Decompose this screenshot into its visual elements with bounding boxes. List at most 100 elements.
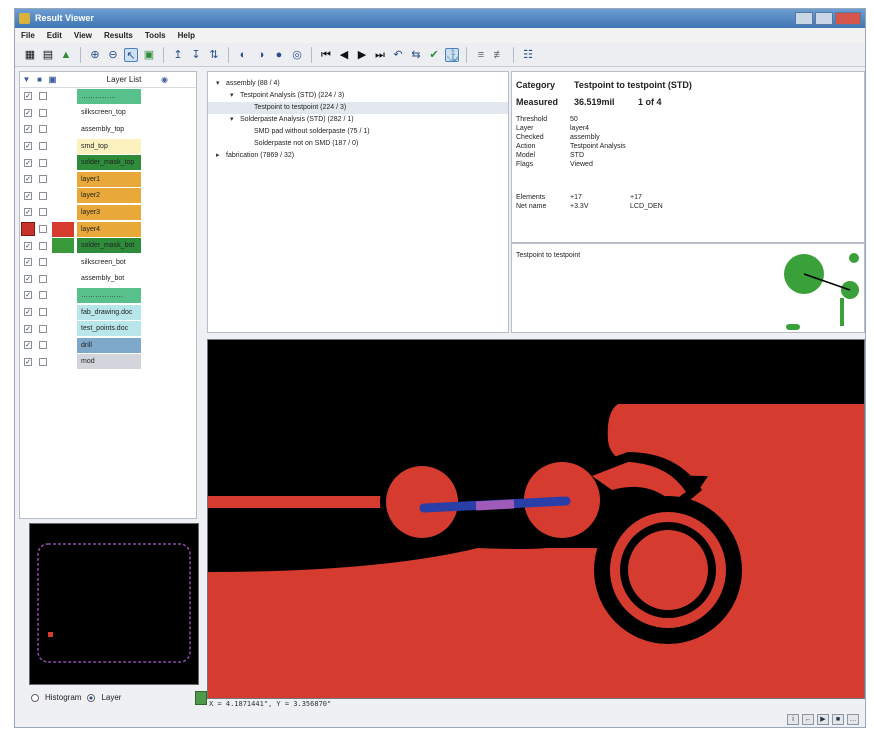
- board-overview-minimap[interactable]: [29, 523, 199, 685]
- layer-swatch[interactable]: [52, 105, 74, 120]
- palette-icon[interactable]: ▲: [59, 48, 73, 62]
- maximize-button[interactable]: [815, 12, 833, 25]
- layer-swatch[interactable]: [52, 172, 74, 187]
- nav-prev-icon[interactable]: ←: [802, 714, 814, 725]
- close-button[interactable]: [835, 12, 861, 25]
- layer-swatch[interactable]: [52, 255, 74, 270]
- layer-select-checkbox[interactable]: [39, 258, 47, 267]
- layer-swatch[interactable]: [52, 139, 74, 154]
- layer-row[interactable]: ✓ layer1: [20, 171, 196, 188]
- layer-row[interactable]: ✓ mod: [20, 354, 196, 371]
- down-icon[interactable]: ↧: [189, 48, 203, 62]
- menu-results[interactable]: Results: [104, 31, 133, 40]
- filter-off-icon[interactable]: ≢: [492, 48, 506, 62]
- layer-select-checkbox[interactable]: [39, 158, 47, 167]
- layer-row[interactable]: ✓layer4: [20, 221, 196, 238]
- layer-select-checkbox[interactable]: [39, 92, 47, 101]
- layer-swatch[interactable]: [52, 305, 74, 320]
- layer-visible-checkbox[interactable]: ✓: [24, 125, 32, 134]
- layer-swatch[interactable]: [52, 205, 74, 220]
- layer-select-checkbox[interactable]: [39, 357, 47, 366]
- layer-visible-checkbox[interactable]: ✓: [24, 208, 32, 217]
- layer-swatch[interactable]: [52, 288, 74, 303]
- tree-toggle-icon[interactable]: ▾: [230, 114, 240, 126]
- zoom-out-icon[interactable]: ⊖: [106, 48, 120, 62]
- layer-swatch[interactable]: [52, 122, 74, 137]
- layer-row[interactable]: ✓ drill: [20, 337, 196, 354]
- layer-visible-checkbox[interactable]: ✓: [24, 92, 32, 101]
- layer-swatch[interactable]: [52, 89, 74, 104]
- grid-icon[interactable]: ▦: [23, 48, 37, 62]
- layer-swatch[interactable]: [52, 338, 74, 353]
- layer-row[interactable]: ✓ layer2: [20, 188, 196, 205]
- menu-help[interactable]: Help: [178, 31, 195, 40]
- layer-visible-checkbox[interactable]: ✓: [24, 324, 32, 333]
- check-icon[interactable]: ✔: [427, 48, 441, 62]
- export-icon[interactable]: [195, 691, 207, 705]
- layer-row[interactable]: ✓ ………………: [20, 287, 196, 304]
- layer-select-checkbox[interactable]: [39, 142, 47, 151]
- layer-swatch[interactable]: [52, 354, 74, 369]
- nav-stop-icon[interactable]: ■: [832, 714, 844, 725]
- layer-swatch[interactable]: [52, 321, 74, 336]
- layer-row[interactable]: ✓ silkscreen_bot: [20, 254, 196, 271]
- sync-icon[interactable]: ⇆: [409, 48, 423, 62]
- layer-select-checkbox[interactable]: [39, 225, 47, 234]
- layer-visible-checkbox[interactable]: ✓: [24, 191, 32, 200]
- layer-visible-checkbox[interactable]: ✓: [24, 291, 32, 300]
- layer-visible-checkbox[interactable]: ✓: [24, 274, 32, 283]
- nav-info-icon[interactable]: i: [787, 714, 799, 725]
- nav-more-icon[interactable]: …: [847, 714, 859, 725]
- lock-column-icon[interactable]: ■: [33, 75, 46, 84]
- layer-swatch[interactable]: [52, 188, 74, 203]
- zoom-in-icon[interactable]: ⊕: [88, 48, 102, 62]
- layer-visible-checkbox[interactable]: ✓: [24, 357, 32, 366]
- first-icon[interactable]: ⏮: [319, 48, 333, 62]
- select-column-icon[interactable]: ▣: [46, 75, 59, 84]
- layer-row[interactable]: ✓ ……………: [20, 88, 196, 105]
- swap-icon[interactable]: ⇅: [207, 48, 221, 62]
- layer-visible-checkbox[interactable]: ✓: [24, 108, 32, 117]
- layer-row[interactable]: ✓ assembly_bot: [20, 271, 196, 288]
- pcb-canvas[interactable]: [207, 339, 865, 699]
- layer-add-icon[interactable]: ●: [272, 48, 286, 62]
- menu-view[interactable]: View: [74, 31, 92, 40]
- tree-toggle-icon[interactable]: ▾: [230, 90, 240, 102]
- tree-item[interactable]: Solderpaste not on SMD (187 / 0): [208, 138, 508, 150]
- tree-item[interactable]: SMD pad without solderpaste (75 / 1): [208, 126, 508, 138]
- layer-remove-icon[interactable]: ◎: [290, 48, 304, 62]
- select-icon[interactable]: ↖: [124, 47, 138, 62]
- filter-icon[interactable]: ≡: [474, 48, 488, 62]
- layer-select-checkbox[interactable]: [39, 191, 47, 200]
- menu-edit[interactable]: Edit: [47, 31, 62, 40]
- layer-visible-checkbox[interactable]: ✓: [24, 308, 32, 317]
- layer-row[interactable]: ✓ layer3: [20, 204, 196, 221]
- menu-tools[interactable]: Tools: [145, 31, 166, 40]
- tree-toggle-icon[interactable]: ▸: [216, 150, 226, 162]
- layer-select-checkbox[interactable]: [39, 208, 47, 217]
- tree-item[interactable]: ▾ Testpoint Analysis (STD) (224 / 3): [208, 90, 508, 102]
- fit-icon[interactable]: ▣: [142, 48, 156, 62]
- layer-radio[interactable]: [87, 693, 96, 702]
- nav-play-icon[interactable]: ▶: [817, 714, 829, 725]
- tree-item[interactable]: ▸ fabrication (7869 / 32): [208, 150, 508, 162]
- layer-swatch[interactable]: [52, 221, 74, 237]
- layer-select-checkbox[interactable]: [39, 341, 47, 350]
- layer-select-checkbox[interactable]: [39, 125, 47, 134]
- layer-select-checkbox[interactable]: [39, 291, 47, 300]
- layer-row[interactable]: ✓ silkscreen_top: [20, 105, 196, 122]
- layer-visible-checkbox[interactable]: ✓: [24, 175, 32, 184]
- minimize-button[interactable]: [795, 12, 813, 25]
- tree-toggle-icon[interactable]: ▾: [216, 78, 226, 90]
- layer-swatch[interactable]: [52, 271, 74, 286]
- layer-select-checkbox[interactable]: [39, 175, 47, 184]
- layers-icon[interactable]: ▤: [41, 48, 55, 62]
- prev-icon[interactable]: ◀: [337, 48, 351, 62]
- up-icon[interactable]: ↥: [171, 48, 185, 62]
- layer-select-checkbox[interactable]: [39, 324, 47, 333]
- layer-visible-checkbox[interactable]: ✓: [24, 258, 32, 267]
- next-layer-icon[interactable]: ◑: [254, 48, 268, 62]
- anchor-icon[interactable]: ⚓: [445, 47, 460, 62]
- layer-swatch[interactable]: [52, 238, 74, 254]
- layer-row[interactable]: ✓ solder_mask_bot: [20, 237, 196, 254]
